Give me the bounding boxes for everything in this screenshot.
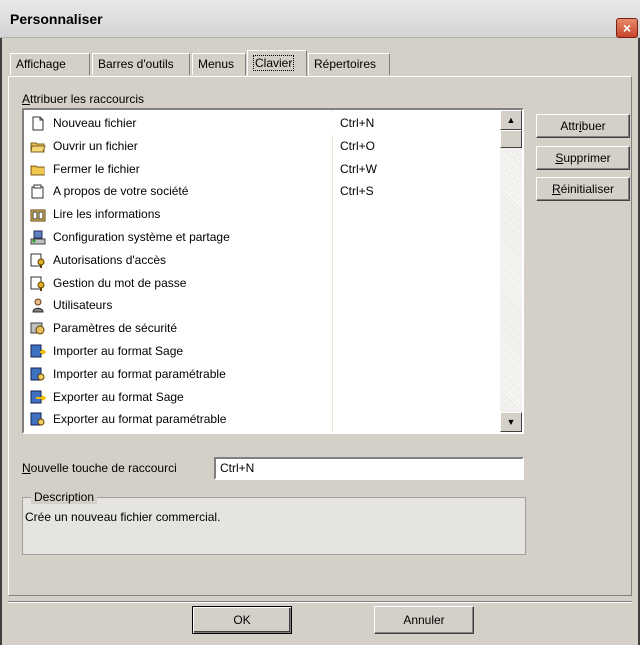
btn-mnemonic: R bbox=[551, 182, 561, 196]
new-file-icon bbox=[30, 116, 46, 131]
tab-menus[interactable]: Menus bbox=[192, 53, 246, 75]
command-shortcut: Ctrl+W bbox=[340, 161, 377, 176]
arrow-down-icon: ▼ bbox=[506, 417, 516, 427]
commands-list[interactable]: Nouveau fichier Ctrl+N Ouvrir un fichier Ct… bbox=[22, 108, 524, 434]
command-name: Autorisations d'accès bbox=[53, 252, 167, 267]
list-item[interactable]: Paramètres de sécurité bbox=[24, 317, 500, 340]
tab-barres-doutils[interactable]: Barres d'outils bbox=[92, 53, 190, 75]
btn-text: upprimer bbox=[563, 151, 611, 165]
label-mnemonic: N bbox=[22, 461, 31, 475]
btn-text: buer bbox=[581, 119, 606, 133]
list-item[interactable]: Ouvrir un fichier Ctrl+O bbox=[24, 135, 500, 158]
close-folder-icon bbox=[30, 162, 46, 177]
command-shortcut: Ctrl+O bbox=[340, 138, 376, 153]
command-name: Exporter au format paramétrable bbox=[53, 412, 227, 427]
list-item[interactable]: A propos de votre société Ctrl+S bbox=[24, 180, 500, 203]
description-legend: Description bbox=[31, 490, 98, 504]
new-shortcut-input[interactable]: Ctrl+N bbox=[214, 457, 524, 480]
label-mnemonic: A bbox=[22, 92, 31, 106]
command-name: Paramètres de sécurité bbox=[53, 321, 178, 336]
open-folder-icon bbox=[30, 139, 46, 154]
footer-separator bbox=[8, 601, 632, 603]
company-icon bbox=[30, 184, 46, 199]
tab-label: Répertoires bbox=[314, 57, 377, 71]
list-item[interactable]: Exporter au format paramétrable bbox=[24, 408, 500, 431]
list-item[interactable]: Autorisations d'accès bbox=[24, 249, 500, 272]
delete-button[interactable]: Supprimer bbox=[536, 146, 630, 170]
list-item[interactable]: Gestion du mot de passe bbox=[24, 272, 500, 295]
assign-shortcuts-label: Attribuer les raccourcis bbox=[22, 92, 144, 106]
list-item[interactable]: Nouveau fichier Ctrl+N bbox=[24, 112, 500, 135]
list-item[interactable]: Fermer le fichier Ctrl+W bbox=[24, 158, 500, 181]
tab-affichage[interactable]: Affichage bbox=[10, 53, 90, 75]
scroll-down-button[interactable]: ▼ bbox=[500, 412, 522, 432]
tab-repertoires[interactable]: Répertoires bbox=[308, 53, 390, 75]
description-group: Description Crée un nouveau fichier comm… bbox=[22, 490, 526, 555]
description-text: Crée un nouveau fichier commercial. bbox=[25, 510, 221, 524]
window-left-border bbox=[0, 38, 2, 645]
new-shortcut-label: Nouvelle touche de raccourci bbox=[22, 461, 177, 475]
label-text: ttribuer les raccourcis bbox=[30, 92, 145, 106]
btn-text: éinitialiser bbox=[560, 182, 615, 196]
password-key-icon bbox=[30, 276, 46, 291]
reset-button[interactable]: Réinitialiser bbox=[536, 177, 630, 201]
command-name: Importer au format paramétrable bbox=[53, 366, 226, 381]
list-item[interactable]: Importer au format Sage bbox=[24, 340, 500, 363]
tab-label: Clavier bbox=[253, 55, 295, 71]
command-name: Lire les informations bbox=[53, 207, 161, 222]
command-name: A propos de votre société bbox=[53, 184, 189, 199]
arrow-up-icon: ▲ bbox=[506, 115, 516, 125]
tab-clavier[interactable]: Clavier bbox=[247, 50, 307, 76]
command-name: Exporter au format Sage bbox=[53, 389, 184, 404]
export-custom-icon bbox=[30, 412, 46, 427]
command-name: Importer au format Sage bbox=[53, 344, 184, 358]
security-icon bbox=[30, 321, 46, 336]
tab-label: Barres d'outils bbox=[98, 57, 174, 71]
command-shortcut: Ctrl+S bbox=[340, 184, 374, 199]
command-name: Fermer le fichier bbox=[53, 161, 140, 176]
read-info-icon bbox=[30, 207, 46, 222]
import-custom-icon bbox=[30, 367, 46, 382]
cancel-button[interactable]: Annuler bbox=[374, 606, 474, 634]
btn-text: Attr bbox=[560, 119, 579, 133]
scroll-up-button[interactable]: ▲ bbox=[500, 110, 522, 130]
tab-label: Menus bbox=[198, 57, 235, 71]
window-title: Personnaliser bbox=[10, 11, 103, 27]
users-icon bbox=[30, 298, 46, 313]
close-icon: × bbox=[622, 20, 632, 36]
export-icon bbox=[30, 390, 47, 405]
list-item[interactable]: Exporter au format Sage bbox=[24, 386, 500, 409]
system-config-icon bbox=[30, 230, 46, 245]
list-item[interactable]: Importer au format paramétrable bbox=[24, 363, 500, 386]
command-name: Gestion du mot de passe bbox=[53, 275, 187, 290]
close-button[interactable]: × bbox=[616, 18, 638, 38]
command-name: Nouveau fichier bbox=[53, 116, 137, 130]
command-name: Ouvrir un fichier bbox=[53, 138, 138, 153]
title-bar: Personnaliser × bbox=[0, 0, 640, 38]
vertical-scrollbar[interactable]: ▲ ▼ bbox=[500, 110, 522, 432]
list-item[interactable]: Utilisateurs bbox=[24, 294, 500, 317]
import-icon bbox=[30, 344, 47, 359]
assign-button[interactable]: Attribuer bbox=[536, 114, 630, 138]
command-name: Configuration système et partage bbox=[53, 230, 230, 244]
scrollbar-thumb[interactable] bbox=[500, 130, 522, 148]
label-text: ouvelle touche de raccourci bbox=[30, 461, 177, 475]
ok-button[interactable]: OK bbox=[192, 606, 292, 634]
list-item[interactable]: Configuration système et partage bbox=[24, 226, 500, 249]
list-item[interactable]: Lire les informations bbox=[24, 203, 500, 226]
access-key-icon bbox=[30, 253, 46, 268]
command-shortcut: Ctrl+N bbox=[340, 116, 375, 130]
command-name: Utilisateurs bbox=[53, 298, 113, 313]
tab-label: Affichage bbox=[16, 57, 66, 71]
